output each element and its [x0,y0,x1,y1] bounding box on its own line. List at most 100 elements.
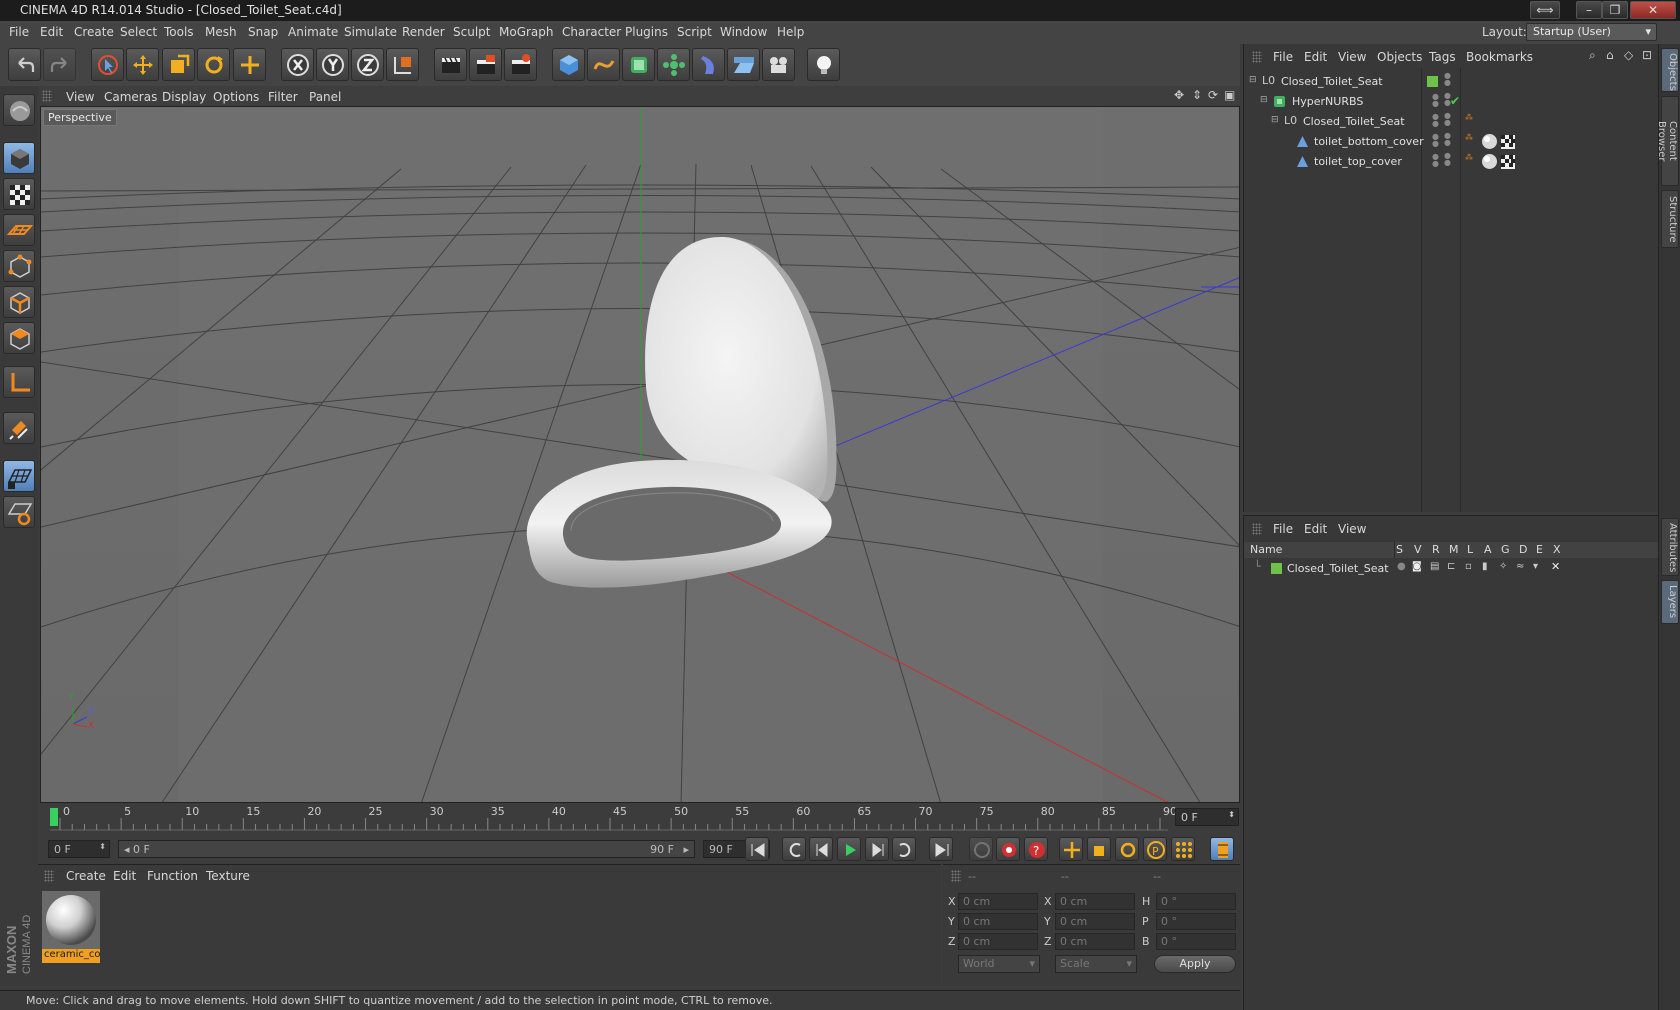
phong-tag-icon[interactable]: ⁂ [1465,113,1473,122]
layer-menu-edit[interactable]: Edit [1304,522,1327,536]
start-frame-field[interactable]: 0 F ⬍ [48,840,110,858]
collapse-icon[interactable]: ⊟ [1260,95,1268,105]
next-keyframe-button[interactable] [892,837,916,861]
magnet-button[interactable] [3,412,35,444]
view-icon[interactable]: ◇ [1624,48,1633,62]
enabled-check-icon[interactable]: ✔ [1450,94,1460,108]
spinner-icon[interactable]: ⬍ [99,842,106,851]
animation-icon[interactable]: ▮ [1482,561,1488,572]
next-frame-button[interactable] [865,837,889,861]
axis-mode-button[interactable] [3,366,35,398]
record-active-objects-button[interactable] [969,837,993,861]
menu-mesh[interactable]: Mesh [205,25,237,39]
uvw-tag-icon[interactable] [1501,155,1515,169]
cube-button[interactable] [552,48,585,81]
material-tag-icon[interactable] [1481,133,1498,150]
column-expressions[interactable]: E [1536,543,1543,556]
nurbs-button[interactable] [622,48,655,81]
range-right-arrow-icon[interactable]: ▸ [683,843,689,856]
column-deformers[interactable]: D [1519,543,1527,556]
xref-icon[interactable]: ✕ [1551,560,1560,573]
perspective-viewport[interactable]: Perspective Y Z X [40,106,1240,803]
menu-tools[interactable]: Tools [164,25,194,39]
viewport-menu-display[interactable]: Display [162,90,206,104]
new-window-icon[interactable]: ⊡ [1642,48,1652,62]
play-button[interactable] [837,837,861,861]
x-axis-button[interactable] [281,48,314,81]
lock-icon[interactable]: ▫ [1465,561,1472,572]
visibility-dots-icon[interactable]: ● ● [1444,152,1451,167]
object-menu-edit[interactable]: Edit [1304,50,1327,64]
position-x-field[interactable]: 0 cm [958,893,1038,910]
menu-mograph[interactable]: MoGraph [499,25,554,39]
viewport-menu-options[interactable]: Options [213,90,259,104]
keyframe-selection-button[interactable]: ? [1024,837,1048,861]
drag-handle-icon[interactable] [951,870,961,882]
object-row[interactable]: toilet_bottom_cover ● ● ● ● ⁂ [1244,132,1659,152]
camera-button[interactable] [762,48,795,81]
visibility-dots-icon[interactable]: ● ● [1432,93,1439,108]
render-icon[interactable]: ▤ [1430,561,1439,572]
viewport-menu-view[interactable]: View [66,90,94,104]
collapse-icon[interactable]: ⊟ [1249,75,1257,85]
go-to-start-button[interactable] [745,837,769,861]
texture-mode-button[interactable] [3,178,35,210]
deformer-button[interactable] [692,48,725,81]
object-menu-bookmarks[interactable]: Bookmarks [1466,50,1533,64]
deformers-icon[interactable]: ≈ [1516,561,1524,572]
polygons-mode-button[interactable] [3,322,35,354]
scale-key-button[interactable] [1087,837,1111,861]
scale-button[interactable] [162,48,195,81]
material-menu-function[interactable]: Function [147,869,198,883]
rotation-h-field[interactable]: 0 ° [1156,893,1236,910]
spinner-icon[interactable]: ⬍ [1228,810,1235,819]
points-mode-button[interactable] [3,250,35,282]
object-menu-file[interactable]: File [1273,50,1293,64]
collapse-icon[interactable]: ⊟ [1271,115,1279,125]
object-menu-view[interactable]: View [1338,50,1366,64]
menu-create[interactable]: Create [74,25,114,39]
material-tag-icon[interactable] [1481,153,1498,170]
viewport-menu-cameras[interactable]: Cameras [104,90,157,104]
tab-attributes[interactable]: Attributes [1661,518,1679,576]
menu-window[interactable]: Window [720,25,767,39]
go-to-end-button[interactable] [929,837,953,861]
pan-view-icon[interactable]: ✥ [1174,88,1184,102]
column-animation[interactable]: A [1484,543,1492,556]
size-x-field[interactable]: 0 cm [1055,893,1135,910]
restore-button[interactable]: ❐ [1602,1,1628,19]
menu-simulate[interactable]: Simulate [344,25,397,39]
rotation-key-button[interactable] [1115,837,1139,861]
tab-structure[interactable]: Structure [1661,190,1679,248]
previous-keyframe-button[interactable] [782,837,806,861]
menu-select[interactable]: Select [120,25,157,39]
y-axis-button[interactable] [316,48,349,81]
tab-content-browser[interactable]: Content Browser [1656,96,1679,186]
maximize-view-icon[interactable]: ▣ [1224,88,1235,102]
search-icon[interactable]: ⌕ [1589,48,1596,63]
column-manager[interactable]: M [1449,543,1459,556]
edges-mode-button[interactable] [3,286,35,318]
viewport-menu-panel[interactable]: Panel [309,90,341,104]
visibility-dots-icon[interactable]: ● ● [1444,132,1451,147]
render-view-button[interactable] [434,48,467,81]
mode-select[interactable]: Scale ▾ [1055,955,1137,973]
layer-row[interactable]: └ Closed_Toilet_Seat ● ◙ ▤ ⊏ ▫ ▮ ✧ ≈ ▾ ✕ [1244,559,1659,579]
resize-icon[interactable]: ⟺ [1530,1,1560,19]
menu-script[interactable]: Script [677,25,712,39]
autokeying-button[interactable] [996,837,1020,861]
menu-animate[interactable]: Animate [288,25,338,39]
zoom-view-icon[interactable]: ⇕ [1192,88,1202,102]
layer-color-icon[interactable] [1271,563,1282,574]
column-name[interactable]: Name [1250,543,1282,556]
coordinate-system-button[interactable] [386,48,419,81]
range-left-arrow-icon[interactable]: ◂ [124,843,130,856]
position-y-field[interactable]: 0 cm [958,913,1038,930]
redo-button[interactable] [43,48,76,81]
rotate-view-icon[interactable]: ⟳ [1208,88,1218,102]
drag-handle-icon[interactable] [44,870,54,882]
generators-icon[interactable]: ✧ [1499,561,1507,572]
minimize-button[interactable]: – [1576,1,1602,19]
tab-layers[interactable]: Layers [1661,580,1679,624]
object-menu-tags[interactable]: Tags [1429,50,1456,64]
